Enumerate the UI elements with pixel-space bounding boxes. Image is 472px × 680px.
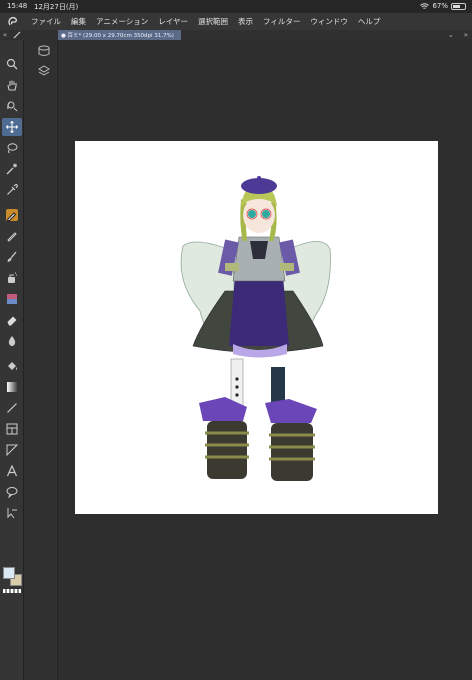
character-illustration (180, 176, 331, 481)
document-tab-bar: « ● 百ミ* (29.00 x 29.70cm 350dpi 31.7%) ⌄… (0, 30, 472, 40)
battery-percent: 67% (432, 2, 448, 10)
menu-edit[interactable]: 編集 (66, 16, 91, 27)
collapse-left-icon[interactable]: « (3, 31, 7, 39)
pencil-icon[interactable] (2, 227, 22, 245)
app-logo-icon[interactable] (0, 13, 26, 30)
menu-help[interactable]: ヘルプ (353, 16, 386, 27)
search-icon[interactable] (2, 55, 22, 73)
hand-icon[interactable] (2, 76, 22, 94)
text-icon[interactable] (2, 462, 22, 480)
menu-selection[interactable]: 選択範囲 (193, 16, 233, 27)
battery-icon (451, 2, 466, 10)
canvas-paper[interactable] (75, 141, 438, 514)
clip-studio-window: 15:48 12月27日(月) 67% ファイル 編集 アニメーション レイヤー… (0, 0, 472, 680)
airbrush-icon[interactable] (2, 269, 22, 287)
frame-icon[interactable] (2, 420, 22, 438)
lasso-icon[interactable] (2, 139, 22, 157)
rotate-icon[interactable] (2, 97, 22, 115)
blend-icon[interactable] (2, 332, 22, 350)
brush-size-icon[interactable] (13, 31, 21, 39)
status-date: 12月27日(月) (34, 3, 79, 11)
layer-stack-icon[interactable] (37, 64, 51, 78)
menu-window[interactable]: ウィンドウ (305, 16, 353, 27)
wifi-icon (420, 2, 430, 9)
main-color-swatch[interactable] (3, 567, 15, 579)
magic-wand-icon[interactable] (2, 160, 22, 178)
menu-view[interactable]: 表示 (233, 16, 258, 27)
status-right: 67% (420, 2, 466, 10)
canvas-area[interactable] (58, 40, 472, 680)
line-icon[interactable] (2, 399, 22, 417)
chevron-down-icon[interactable]: ⌄ (448, 31, 454, 39)
menu-filter[interactable]: フィルター (258, 16, 305, 27)
menu-file[interactable]: ファイル (26, 16, 66, 27)
sub-tool-group-icon[interactable] (37, 44, 51, 58)
document-tab[interactable]: ● 百ミ* (29.00 x 29.70cm 350dpi 31.7%) (58, 30, 181, 40)
status-time: 15:48 (7, 2, 28, 10)
menu-layer[interactable]: レイヤー (153, 16, 193, 27)
tool-palette (0, 40, 24, 680)
pen-icon[interactable] (2, 206, 22, 224)
gradient-icon[interactable] (2, 378, 22, 396)
eraser-icon[interactable] (2, 311, 22, 329)
correct-line-icon[interactable] (2, 504, 22, 522)
ruler-icon[interactable] (2, 441, 22, 459)
panel-collapse-controls: « (0, 30, 24, 40)
ios-status-bar: 15:48 12月27日(月) 67% (0, 0, 472, 13)
move-icon[interactable] (2, 118, 22, 136)
menu-animation[interactable]: アニメーション (91, 16, 153, 27)
menu-bar: ファイル 編集 アニメーション レイヤー 選択範囲 表示 フィルター ウィンドウ… (0, 13, 472, 30)
eyedropper-icon[interactable] (2, 181, 22, 199)
battery-level (453, 4, 461, 8)
decoration-icon[interactable] (2, 290, 22, 308)
brush-icon[interactable] (2, 248, 22, 266)
collapse-right-icon[interactable]: » (464, 31, 468, 39)
transparent-color-swatch[interactable] (3, 589, 21, 593)
fill-icon[interactable] (2, 357, 22, 375)
sub-tool-palette (24, 40, 58, 680)
balloon-icon[interactable] (2, 483, 22, 501)
right-panel-controls: ⌄ » (448, 30, 468, 40)
